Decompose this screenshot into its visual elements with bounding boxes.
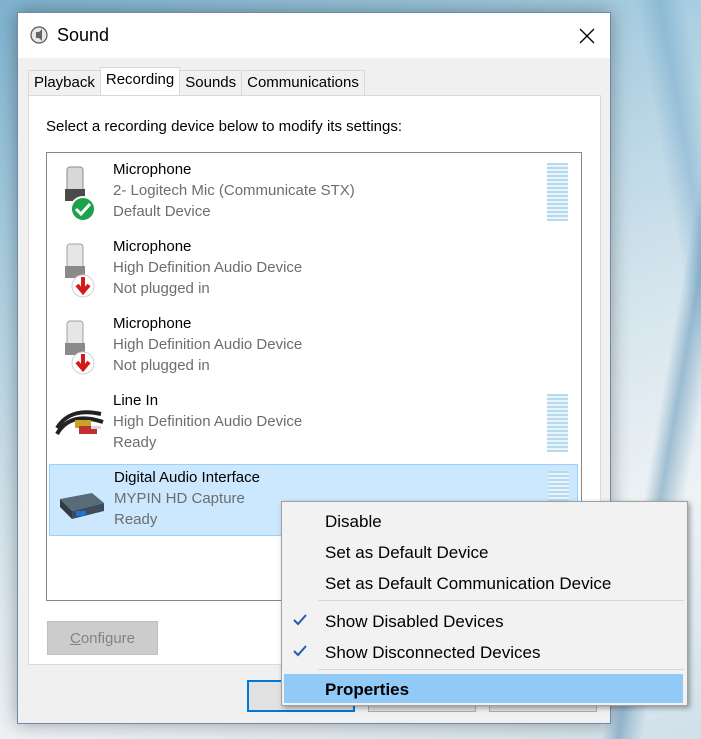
- tab-playback[interactable]: Playback: [28, 70, 101, 95]
- checkmark-icon: [293, 645, 307, 657]
- line-in-cable-icon: [55, 410, 104, 436]
- checkmark-icon: [293, 614, 307, 626]
- configure-label: Configure: [69, 629, 136, 647]
- menu-item-set-default-communication[interactable]: Set as Default Communication Device: [284, 568, 683, 597]
- microphone-unplugged-icon: [65, 243, 95, 298]
- speaker-icon: [30, 26, 48, 44]
- menu-item-label: Set as Default Device: [325, 543, 489, 562]
- tab-recording[interactable]: Recording: [99, 67, 181, 95]
- level-meter: [547, 394, 568, 452]
- device-status: Ready: [113, 434, 157, 451]
- close-button[interactable]: [564, 13, 610, 58]
- menu-item-properties[interactable]: Properties: [284, 674, 683, 703]
- context-menu: Disable Set as Default Device Set as Def…: [281, 501, 688, 706]
- menu-item-label: Show Disabled Devices: [325, 612, 504, 631]
- device-name: Microphone: [113, 238, 192, 255]
- instruction-text: Select a recording device below to modif…: [46, 118, 403, 135]
- tab-sounds[interactable]: Sounds: [179, 70, 243, 95]
- menu-item-set-default[interactable]: Set as Default Device: [284, 537, 683, 566]
- device-description: High Definition Audio Device: [113, 413, 303, 430]
- microphone-default-icon: [65, 166, 96, 222]
- tab-communications[interactable]: Communications: [241, 70, 365, 95]
- device-name: Digital Audio Interface: [114, 469, 260, 486]
- device-description: High Definition Audio Device: [113, 259, 303, 276]
- tab-strip: Playback Recording Sounds Communications: [28, 67, 365, 96]
- device-status: Ready: [114, 511, 158, 528]
- menu-item-label: Show Disconnected Devices: [325, 643, 541, 662]
- menu-item-label: Disable: [325, 512, 382, 531]
- device-item[interactable]: Microphone High Definition Audio Device …: [49, 234, 576, 304]
- device-description: 2- Logitech Mic (Communicate STX): [113, 182, 355, 199]
- menu-item-show-disabled[interactable]: Show Disabled Devices: [284, 606, 683, 635]
- close-icon: [579, 28, 595, 43]
- menu-item-disable[interactable]: Disable: [284, 506, 683, 535]
- device-name: Microphone: [113, 161, 192, 178]
- device-description: MYPIN HD Capture: [114, 490, 245, 507]
- device-item[interactable]: Microphone 2- Logitech Mic (Communicate …: [49, 157, 576, 227]
- microphone-unplugged-icon: [65, 320, 95, 375]
- device-name: Microphone: [113, 315, 192, 332]
- device-name: Line In: [113, 392, 159, 409]
- device-status: Not plugged in: [113, 357, 210, 374]
- menu-item-label: Set as Default Communication Device: [325, 574, 612, 593]
- device-status: Default Device: [113, 203, 211, 220]
- configure-button[interactable]: Configure: [47, 621, 158, 655]
- device-item[interactable]: Line In High Definition Audio Device Rea…: [49, 388, 576, 458]
- device-item[interactable]: Microphone High Definition Audio Device …: [49, 311, 576, 381]
- menu-item-label: Properties: [325, 680, 410, 699]
- title-bar: Sound: [18, 13, 610, 58]
- window-title: Sound: [57, 25, 110, 45]
- menu-separator: [318, 600, 684, 601]
- menu-separator: [318, 669, 684, 670]
- capture-device-icon: [60, 493, 104, 519]
- menu-item-show-disconnected[interactable]: Show Disconnected Devices: [284, 637, 683, 666]
- device-description: High Definition Audio Device: [113, 336, 303, 353]
- device-status: Not plugged in: [113, 280, 210, 297]
- level-meter: [547, 163, 568, 221]
